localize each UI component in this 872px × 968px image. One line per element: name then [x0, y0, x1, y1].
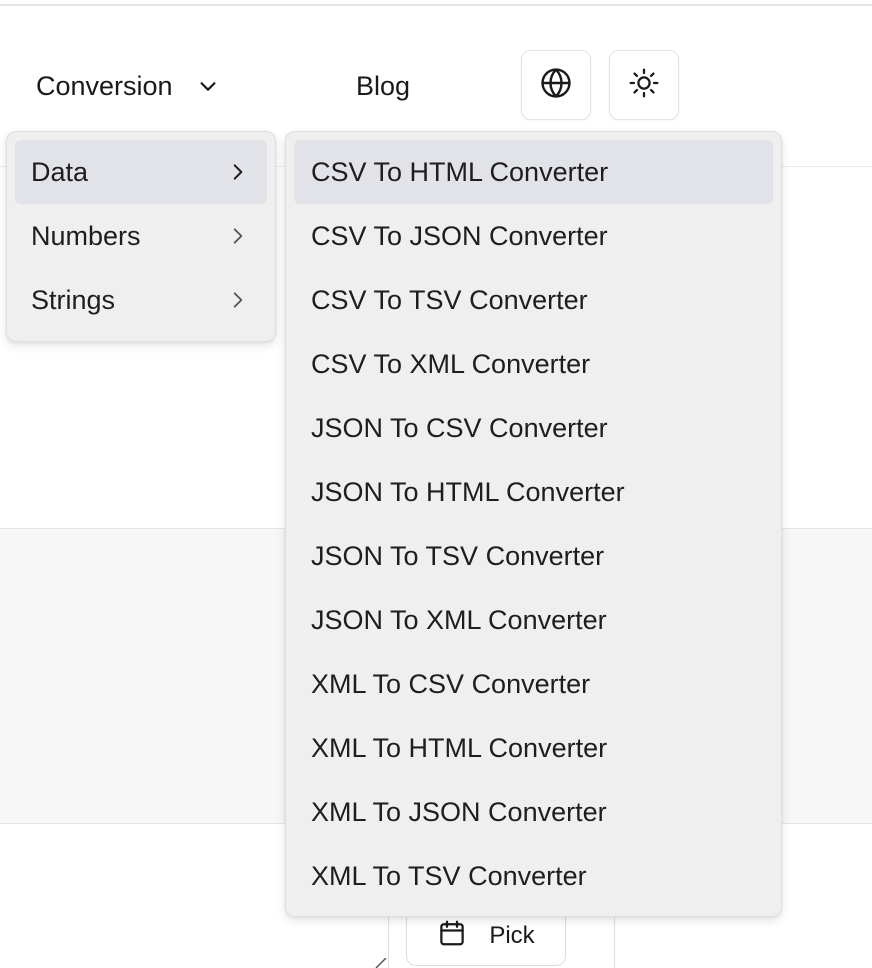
converter-label: CSV To JSON Converter [311, 220, 608, 251]
category-label: Data [31, 156, 89, 187]
chevron-down-icon [195, 73, 221, 99]
converter-label: CSV To XML Converter [311, 348, 591, 379]
converter-item[interactable]: XML To HTML Converter [294, 716, 773, 780]
language-button[interactable] [521, 50, 591, 120]
globe-icon [539, 66, 573, 105]
nav-conversion-dropdown[interactable]: Conversion [36, 66, 221, 106]
data-converters-menu: CSV To HTML Converter CSV To JSON Conver… [285, 131, 782, 917]
converter-label: XML To TSV Converter [311, 860, 587, 891]
converter-item[interactable]: JSON To HTML Converter [294, 460, 773, 524]
converter-item[interactable]: JSON To XML Converter [294, 588, 773, 652]
converter-item[interactable]: CSV To HTML Converter [294, 140, 773, 204]
calendar-icon [437, 918, 467, 955]
nav-conversion-label: Conversion [36, 70, 173, 101]
converter-label: JSON To XML Converter [311, 604, 607, 635]
converter-label: XML To JSON Converter [311, 796, 607, 827]
category-item-data[interactable]: Data [15, 140, 267, 204]
sun-icon [628, 67, 660, 104]
converter-label: CSV To HTML Converter [311, 156, 609, 187]
converter-label: JSON To HTML Converter [311, 476, 625, 507]
category-item-numbers[interactable]: Numbers [15, 204, 267, 268]
converter-item[interactable]: XML To JSON Converter [294, 780, 773, 844]
converter-item[interactable]: CSV To XML Converter [294, 332, 773, 396]
converter-item[interactable]: CSV To JSON Converter [294, 204, 773, 268]
category-label: Numbers [31, 220, 141, 251]
converter-item[interactable]: XML To CSV Converter [294, 652, 773, 716]
converter-label: CSV To TSV Converter [311, 284, 588, 315]
converter-item[interactable]: JSON To TSV Converter [294, 524, 773, 588]
theme-toggle-button[interactable] [609, 50, 679, 120]
chevron-right-icon [227, 289, 249, 311]
page: Conversion Blog Pick Data Numbers String… [0, 0, 872, 968]
chevron-right-icon [227, 225, 249, 247]
converter-label: XML To CSV Converter [311, 668, 591, 699]
resize-handle-icon[interactable] [374, 958, 388, 968]
nav-blog-link[interactable]: Blog [356, 66, 410, 106]
category-label: Strings [31, 284, 116, 315]
converter-item[interactable]: XML To TSV Converter [294, 844, 773, 908]
chevron-right-icon [227, 161, 249, 183]
converter-item[interactable]: JSON To CSV Converter [294, 396, 773, 460]
converter-label: JSON To TSV Converter [311, 540, 605, 571]
top-border [0, 4, 872, 6]
category-item-strings[interactable]: Strings [15, 268, 267, 332]
pick-button-label: Pick [489, 922, 535, 949]
converter-item[interactable]: CSV To TSV Converter [294, 268, 773, 332]
conversion-category-menu: Data Numbers Strings [6, 131, 276, 342]
converter-label: XML To HTML Converter [311, 732, 608, 763]
nav-blog-label: Blog [356, 70, 411, 101]
converter-label: JSON To CSV Converter [311, 412, 608, 443]
